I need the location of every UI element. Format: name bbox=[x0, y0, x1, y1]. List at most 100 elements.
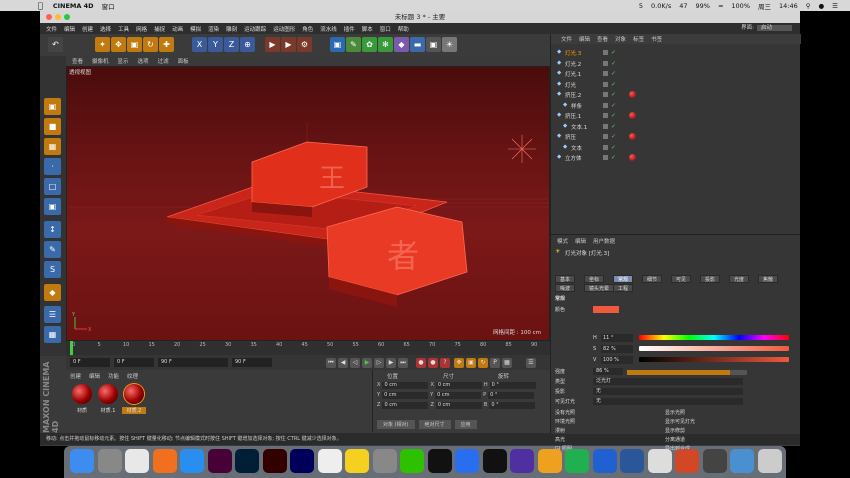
key-scale-icon[interactable]: ▣ bbox=[466, 358, 476, 368]
attribute-tab[interactable]: 基本 bbox=[555, 275, 576, 283]
material-menu-edit[interactable]: 编辑 bbox=[89, 372, 100, 380]
material-tag-icon[interactable] bbox=[629, 112, 636, 119]
enable-checkmark-icon[interactable]: ✓ bbox=[611, 133, 616, 140]
dock-app-icon[interactable]: C4D bbox=[482, 449, 507, 473]
dock-app-icon[interactable]: Finder bbox=[70, 449, 94, 473]
coordinate-system-icon[interactable]: ⊕ bbox=[240, 37, 255, 52]
rotate-icon[interactable]: ↻ bbox=[143, 37, 158, 52]
object-row[interactable]: ◆ 立方体 ✓ bbox=[551, 153, 791, 163]
dock-app-icon[interactable]: QQ bbox=[427, 449, 452, 473]
dock-app-icon[interactable]: Safari bbox=[180, 449, 204, 473]
enable-checkmark-icon[interactable]: ✓ bbox=[611, 70, 616, 77]
size-x-field[interactable]: 0 cm bbox=[435, 382, 482, 389]
key-position-icon[interactable]: ✥ bbox=[454, 358, 464, 368]
viewport-menu-options[interactable]: 选项 bbox=[138, 57, 149, 65]
attribute-tab[interactable]: 噪波 bbox=[555, 284, 576, 292]
object-row[interactable]: ◆ 灯光.3 ✓ bbox=[551, 48, 791, 58]
attribute-tab[interactable]: 光度 bbox=[729, 275, 750, 283]
size-z-field[interactable]: 0 cm bbox=[435, 402, 482, 409]
enable-checkmark-icon[interactable]: ✓ bbox=[611, 91, 616, 98]
dock-app-icon[interactable]: Ai bbox=[262, 449, 287, 473]
menu-mograph[interactable]: 运动图形 bbox=[273, 25, 295, 33]
prev-frame-icon[interactable]: ◁ bbox=[350, 358, 360, 368]
add-icon[interactable]: ✚ bbox=[159, 37, 174, 52]
material-swatch[interactable] bbox=[72, 384, 92, 404]
object-row[interactable]: ◆ 挤压 ✓ bbox=[551, 132, 791, 142]
enable-checkmark-icon[interactable]: ✓ bbox=[611, 123, 616, 130]
dock-app-icon[interactable]: Ps bbox=[235, 449, 259, 473]
menu-select[interactable]: 选择 bbox=[100, 25, 111, 33]
value-slider[interactable] bbox=[639, 357, 789, 362]
attribute-tab[interactable]: 细节 bbox=[642, 275, 663, 283]
texture-mode-icon[interactable]: ▦ bbox=[44, 138, 61, 155]
checkbox-label[interactable]: 漫射 bbox=[555, 428, 565, 434]
model-mode-icon[interactable]: ■ bbox=[44, 118, 61, 135]
play-icon[interactable]: ▶ bbox=[362, 358, 372, 368]
dock-app-icon[interactable]: Firefox bbox=[152, 449, 177, 473]
rotation-b-field[interactable]: 0 ° bbox=[489, 402, 536, 409]
objmgr-menu-view[interactable]: 查看 bbox=[597, 35, 608, 43]
intensity-field[interactable]: 86 % bbox=[593, 368, 623, 375]
layout-value[interactable]: 启动 bbox=[756, 25, 792, 31]
dock-app-icon[interactable]: WeChat bbox=[400, 449, 424, 473]
objmgr-menu-tags[interactable]: 标签 bbox=[633, 35, 644, 43]
axis-z-button[interactable]: Z bbox=[224, 37, 239, 52]
attribute-tab[interactable]: 工程 bbox=[613, 284, 634, 292]
color-swatch[interactable] bbox=[593, 306, 619, 313]
material-menu-function[interactable]: 功能 bbox=[108, 372, 119, 380]
pen-icon[interactable]: ✎ bbox=[346, 37, 361, 52]
menu-character[interactable]: 角色 bbox=[302, 25, 313, 33]
cloner-icon[interactable]: ✻ bbox=[378, 37, 393, 52]
menu-pipeline[interactable]: 流水线 bbox=[320, 25, 337, 33]
layout-selector[interactable]: 界面: 启动 bbox=[741, 23, 792, 31]
render-picture-viewer-icon[interactable]: ▶ bbox=[281, 37, 296, 52]
memory-indicator[interactable]: 5 bbox=[639, 2, 643, 10]
points-mode-icon[interactable]: ⋅ bbox=[44, 158, 61, 175]
menu-plugins[interactable]: 插件 bbox=[344, 25, 355, 33]
size-y-field[interactable]: 0 cm bbox=[435, 392, 482, 399]
checkbox-label[interactable]: 显示光照 bbox=[665, 409, 685, 417]
make-editable-icon[interactable]: ▣ bbox=[44, 98, 61, 115]
attr-menu-mode[interactable]: 模式 bbox=[557, 237, 568, 245]
key-pla-icon[interactable]: ▦ bbox=[502, 358, 512, 368]
visibility-toggle[interactable] bbox=[603, 102, 608, 108]
checkbox-label[interactable]: 环境光照 bbox=[555, 419, 575, 425]
dock-app-icon[interactable]: Trash bbox=[757, 449, 782, 473]
wifi-icon[interactable]: ≈ bbox=[718, 2, 723, 10]
scale-icon[interactable]: ▣ bbox=[127, 37, 142, 52]
visibility-toggle[interactable] bbox=[603, 71, 608, 76]
goto-start-icon[interactable]: ⏮ bbox=[326, 358, 336, 368]
dock-app-icon[interactable]: Photos bbox=[702, 449, 727, 473]
menu-create[interactable]: 创建 bbox=[82, 25, 93, 33]
intensity-slider[interactable] bbox=[627, 370, 747, 375]
grid-icon[interactable]: ▦ bbox=[44, 326, 61, 343]
rotation-p-field[interactable]: 0 ° bbox=[488, 392, 535, 399]
viewport-menu-display[interactable]: 显示 bbox=[118, 57, 129, 65]
attr-menu-userdata[interactable]: 用户数据 bbox=[593, 237, 615, 245]
dock-app-icon[interactable]: Word bbox=[620, 449, 644, 473]
attribute-tab[interactable]: 可见 bbox=[671, 275, 692, 283]
minimize-icon[interactable] bbox=[55, 14, 61, 20]
material-swatch-selected[interactable] bbox=[124, 384, 144, 404]
visibility-toggle[interactable] bbox=[603, 50, 608, 55]
battery-status-2[interactable]: 100% bbox=[731, 2, 750, 10]
move-icon[interactable]: ✥ bbox=[111, 37, 126, 52]
object-row[interactable]: ◆ 灯光.2 ✓ bbox=[551, 59, 791, 69]
material-menu-texture[interactable]: 纹理 bbox=[127, 372, 138, 380]
visible-light-dropdown[interactable]: 无 bbox=[593, 398, 743, 405]
attribute-tab[interactable]: 镜头光晕 bbox=[584, 284, 615, 292]
position-x-field[interactable]: 0 cm bbox=[382, 382, 429, 389]
menu-render[interactable]: 渲染 bbox=[208, 25, 219, 33]
enable-checkmark-icon[interactable]: ✓ bbox=[611, 154, 616, 161]
frame-range-slider[interactable]: 90 F bbox=[158, 358, 228, 367]
tweak-icon[interactable]: ✎ bbox=[44, 241, 61, 258]
objmgr-menu-bookmarks[interactable]: 书签 bbox=[651, 35, 662, 43]
material-tag-icon[interactable] bbox=[629, 133, 636, 140]
render-settings-icon[interactable]: ⚙ bbox=[297, 37, 312, 52]
floor-icon[interactable]: ▬ bbox=[410, 37, 425, 52]
dock-app-icon[interactable]: Settings bbox=[372, 449, 397, 473]
shadow-dropdown[interactable]: 无 bbox=[593, 388, 743, 395]
viewport-menu-filter[interactable]: 过滤 bbox=[158, 57, 169, 65]
dock-app-icon[interactable]: PPT bbox=[675, 449, 699, 473]
visibility-toggle[interactable] bbox=[603, 123, 608, 129]
